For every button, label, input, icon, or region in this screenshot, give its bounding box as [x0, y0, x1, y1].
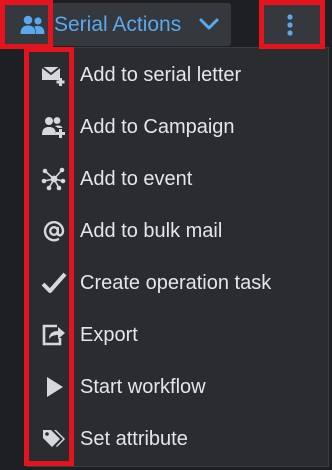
tags-icon: [28, 415, 80, 463]
menu-item-add-to-bulk-mail[interactable]: Add to bulk mail: [28, 207, 328, 255]
serial-actions-button[interactable]: Serial Actions: [3, 3, 231, 46]
menu-item-add-to-campaign[interactable]: Add to Campaign: [28, 103, 328, 151]
envelope-plus-icon: [28, 51, 80, 99]
kebab-vertical-icon: [286, 13, 294, 37]
menu-item-label: Add to bulk mail: [80, 219, 223, 242]
more-options-button[interactable]: [259, 3, 321, 46]
chevron-down-icon: [199, 17, 219, 36]
menu-item-label: Add to Campaign: [80, 115, 235, 138]
menu-item-label: Add to event: [80, 167, 193, 190]
menu-item-label: Create operation task: [80, 271, 272, 294]
at-sign-icon: [28, 207, 80, 255]
menu-item-label: Start workflow: [80, 375, 206, 398]
app-root: Serial Actions Add to serial letter Add …: [0, 0, 332, 470]
export-arrow-icon: [28, 311, 80, 359]
menu-item-create-operation-task[interactable]: Create operation task: [28, 259, 328, 307]
menu-item-label: Add to serial letter: [80, 63, 242, 86]
checkmark-icon: [28, 259, 80, 307]
menu-item-export[interactable]: Export: [28, 311, 328, 359]
network-hub-icon: [28, 155, 80, 203]
users-plus-icon: [28, 103, 80, 151]
play-icon: [28, 363, 80, 411]
menu-item-label: Export: [80, 323, 138, 346]
menu-item-add-to-event[interactable]: Add to event: [28, 155, 328, 203]
menu-item-set-attribute[interactable]: Set attribute: [28, 415, 328, 463]
menu-item-add-to-serial-letter[interactable]: Add to serial letter: [28, 51, 328, 99]
serial-actions-menu: Add to serial letter Add to Campaign Add…: [27, 47, 329, 467]
menu-item-label: Set attribute: [80, 427, 188, 450]
serial-actions-label: Serial Actions: [54, 12, 182, 36]
users-icon: [20, 14, 46, 36]
menu-item-start-workflow[interactable]: Start workflow: [28, 363, 328, 411]
